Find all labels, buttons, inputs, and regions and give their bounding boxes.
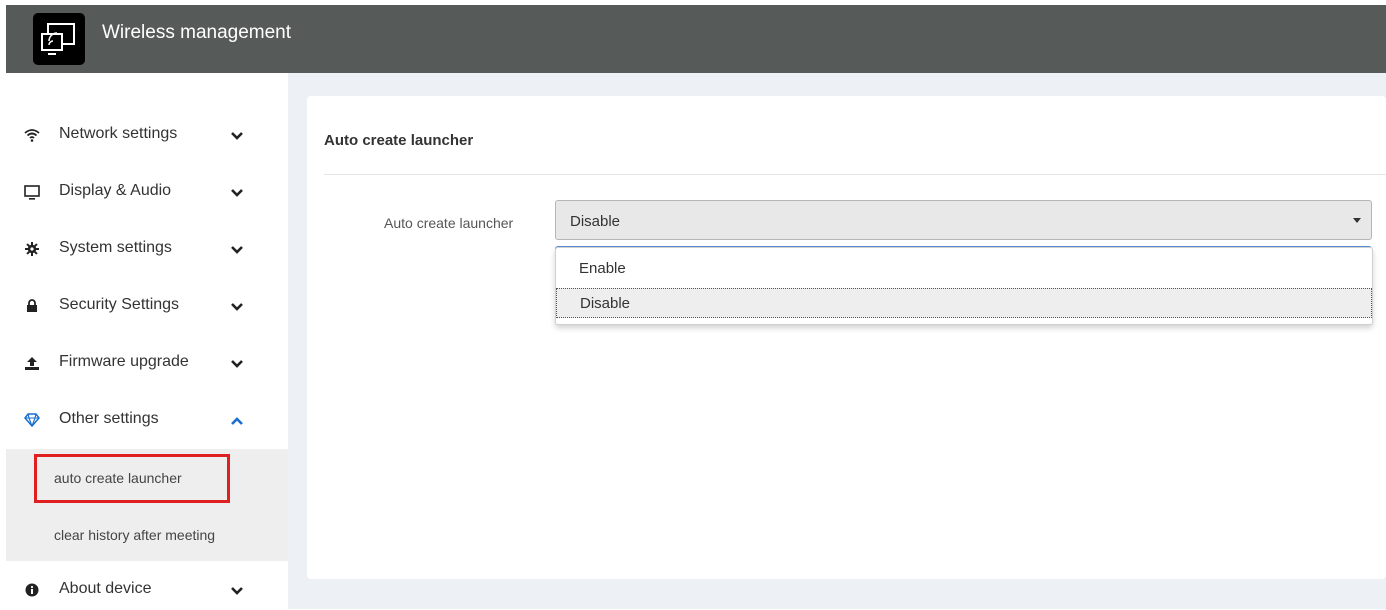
top-header-bar: Wireless management [6, 5, 1386, 73]
sidebar-item-label: Network settings [59, 125, 178, 142]
option-disable[interactable]: Disable [556, 288, 1372, 318]
sidebar-item-label: About device [59, 580, 152, 597]
chevron-down-icon[interactable] [230, 584, 244, 598]
chevron-down-icon[interactable] [230, 357, 244, 371]
auto-create-launcher-label: Auto create launcher [384, 215, 514, 231]
sidebar-item-security-settings[interactable]: Security Settings [6, 286, 288, 326]
diamond-icon [24, 412, 40, 428]
caret-down-icon [1353, 218, 1361, 223]
monitor-icon [24, 184, 40, 200]
select-dropdown-menu: Enable Disable [555, 247, 1373, 325]
app-logo [33, 13, 85, 65]
sidebar-item-label: Display & Audio [59, 182, 172, 199]
sidebar: Network settings Display & Audio System … [6, 73, 288, 609]
other-settings-submenu: auto create launcher clear history after… [6, 449, 288, 561]
sidebar-item-system-settings[interactable]: System settings [6, 229, 288, 269]
screen-cast-icon [41, 23, 75, 55]
lock-icon [24, 298, 40, 314]
divider [324, 174, 1386, 175]
card-title: Auto create launcher [324, 132, 474, 149]
wifi-icon [24, 127, 40, 143]
chevron-down-icon[interactable] [230, 129, 244, 143]
chevron-up-icon[interactable] [230, 414, 244, 428]
chevron-down-icon[interactable] [230, 243, 244, 257]
sidebar-item-other-settings[interactable]: Other settings [6, 400, 288, 440]
auto-create-launcher-select[interactable]: Disable [555, 200, 1372, 240]
app-title: Wireless management [102, 22, 292, 43]
option-enable[interactable]: Enable [556, 254, 1372, 284]
submenu-item-auto-create-launcher[interactable]: auto create launcher [54, 470, 182, 486]
settings-card: Auto create launcher Auto create launche… [307, 96, 1386, 579]
select-value: Disable [570, 213, 621, 230]
sidebar-item-label: Other settings [59, 410, 159, 427]
gear-icon [24, 241, 40, 257]
sidebar-item-label: System settings [59, 239, 172, 256]
sidebar-item-network-settings[interactable]: Network settings [6, 115, 288, 155]
sidebar-item-about-device[interactable]: About device [6, 570, 288, 610]
submenu-item-clear-history[interactable]: clear history after meeting [54, 527, 215, 543]
sidebar-item-label: Firmware upgrade [59, 353, 189, 370]
sidebar-item-display-audio[interactable]: Display & Audio [6, 172, 288, 212]
chevron-down-icon[interactable] [230, 186, 244, 200]
info-icon [24, 582, 40, 598]
upload-icon [24, 355, 40, 371]
chevron-down-icon[interactable] [230, 300, 244, 314]
sidebar-item-label: Security Settings [59, 296, 180, 313]
sidebar-item-firmware-upgrade[interactable]: Firmware upgrade [6, 343, 288, 383]
